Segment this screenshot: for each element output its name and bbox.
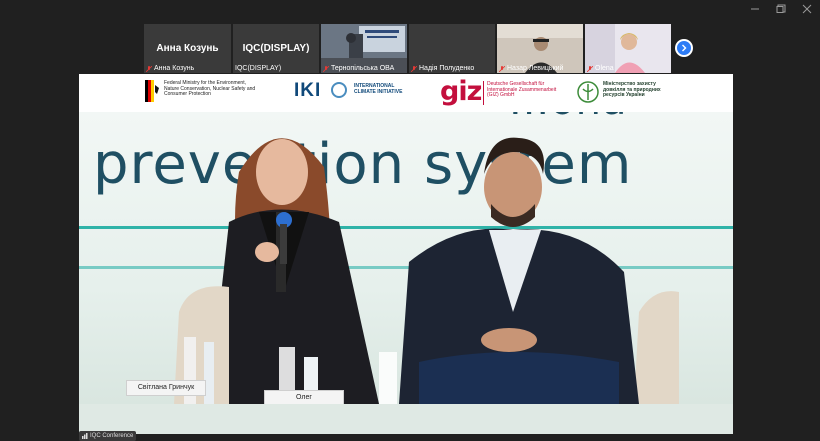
participant-label: Надія Полуденко <box>419 65 475 72</box>
speaker-name-card: Світлана Гринчук <box>126 380 206 396</box>
next-participants-button[interactable] <box>675 39 693 57</box>
window-controls <box>742 0 820 18</box>
minimize-icon <box>751 8 759 10</box>
mic-off-icon <box>587 65 593 72</box>
participant-tile[interactable]: Назар Левицький <box>497 24 583 73</box>
giz-logo-text: Deutsche Gesellschaft für Internationale… <box>487 81 557 98</box>
participant-label: IQC(DISPLAY) <box>235 65 282 72</box>
giz-logo-mark: giz <box>440 76 482 107</box>
sponsor-logos: Federal Ministry for the Environment, Na… <box>79 74 733 112</box>
participant-tile[interactable]: Olena <box>585 24 671 73</box>
participant-display-name: IQC(DISPLAY) <box>242 43 310 54</box>
iki-logo-text: INTERNATIONAL CLIMATE INITIATIVE <box>354 83 403 95</box>
ministry-emblem-icon <box>577 81 599 103</box>
close-icon <box>802 4 812 14</box>
signal-icon <box>82 433 88 439</box>
participant-tile[interactable]: Тернопільська ОВА <box>321 24 407 73</box>
mic-off-icon <box>323 65 329 72</box>
main-video-name: IQC Conference <box>90 433 134 439</box>
participant-label: Назар Левицький <box>507 65 564 72</box>
iki-ring-icon <box>331 82 347 98</box>
conference-scene: ...ona prevention system <box>79 112 733 404</box>
main-video-label: IQC Conference <box>79 431 137 441</box>
minimize-button[interactable] <box>742 0 768 18</box>
mic-off-icon <box>146 65 152 72</box>
participant-label: Тернопільська ОВА <box>331 65 395 72</box>
restore-button[interactable] <box>768 0 794 18</box>
giz-separator <box>483 81 484 105</box>
participant-tile[interactable]: Анна Козунь Анна Козунь <box>144 24 231 73</box>
restore-icon <box>776 4 786 13</box>
bmu-logo-text: Federal Ministry for the Environment, Na… <box>164 80 256 97</box>
participant-strip: Анна Козунь Анна Козунь IQC(DISPLAY) IQC… <box>144 24 671 73</box>
ministry-logo-text: Міністерство захисту довкілля та природн… <box>603 81 661 98</box>
participant-label: Анна Козунь <box>154 65 195 72</box>
participant-tile[interactable]: Надія Полуденко <box>409 24 495 73</box>
speakers-illustration <box>174 137 679 404</box>
close-button[interactable] <box>794 0 820 18</box>
chevron-right-icon <box>682 44 687 52</box>
iki-logo-mark: IKI <box>294 80 322 101</box>
participant-tile[interactable]: IQC(DISPLAY) IQC(DISPLAY) <box>233 24 319 73</box>
video-lower-band <box>79 404 733 434</box>
german-eagle-icon <box>145 80 159 102</box>
mic-off-icon <box>499 65 505 72</box>
main-video[interactable]: Federal Ministry for the Environment, Na… <box>79 74 733 434</box>
mic-off-icon <box>411 65 417 72</box>
speaker-name-card: Олег <box>264 390 344 404</box>
participant-label: Olena <box>595 65 614 72</box>
participant-display-name: Анна Козунь <box>156 43 219 54</box>
